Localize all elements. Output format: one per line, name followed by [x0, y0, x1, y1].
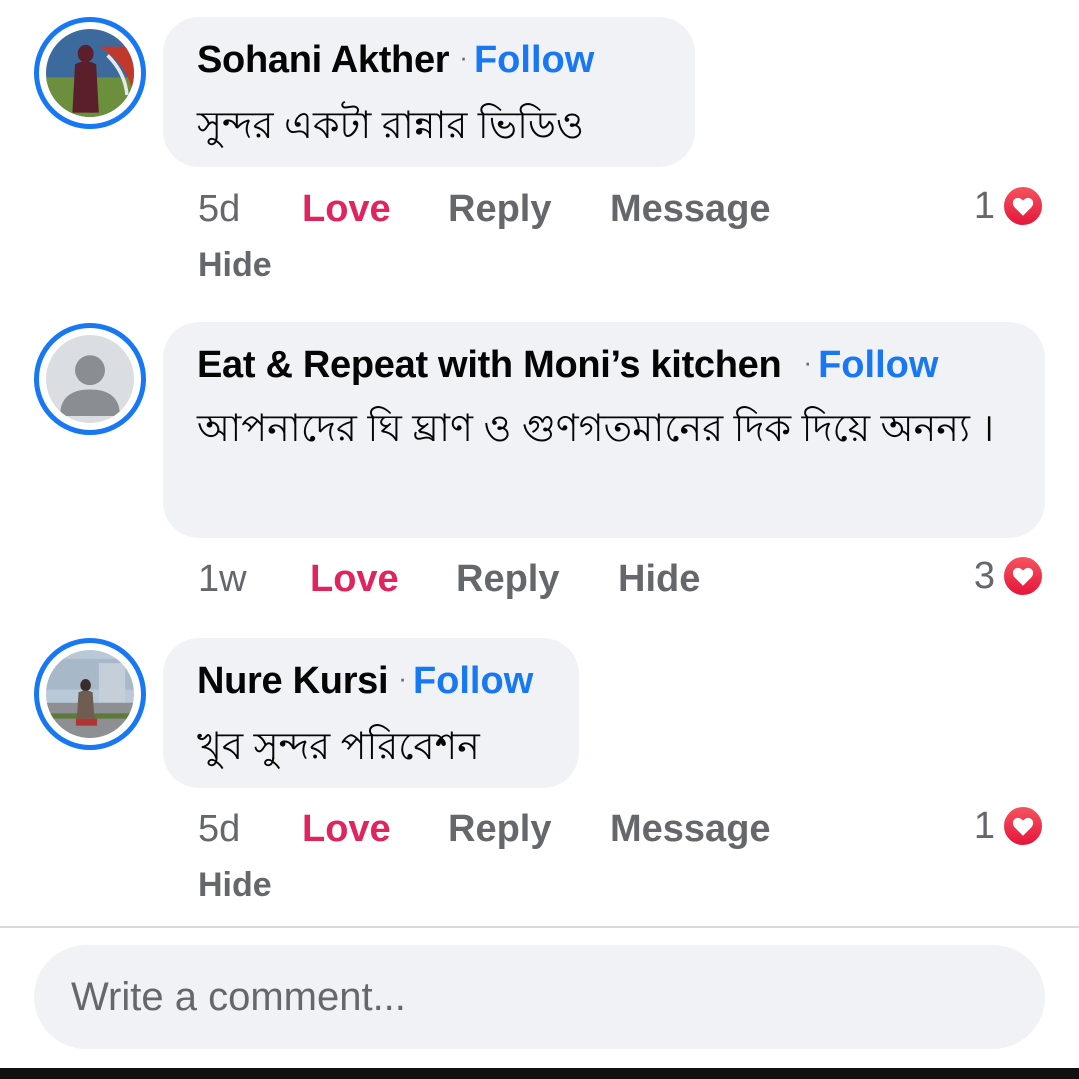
avatar[interactable] — [34, 638, 146, 750]
reaction-summary[interactable]: 1 — [974, 804, 1045, 848]
comments-panel: Sohani Akther · Follow সুন্দর একটা রান্নার… — [0, 0, 1079, 1068]
avatar[interactable] — [34, 323, 146, 435]
follow-button[interactable]: Follow — [474, 39, 594, 81]
separator-dot: · — [459, 42, 468, 72]
hide-button[interactable]: Hide — [198, 246, 272, 285]
separator-dot: · — [398, 663, 407, 693]
person-icon — [46, 335, 134, 423]
comment-time: 5d — [198, 808, 241, 850]
comment-time: 1w — [198, 558, 247, 600]
message-button[interactable]: Message — [610, 808, 771, 851]
avatar[interactable] — [34, 17, 146, 129]
divider — [0, 926, 1079, 928]
message-button[interactable]: Message — [610, 188, 771, 231]
separator-dot: · — [803, 347, 813, 377]
author-line: Nure Kursi · Follow — [197, 660, 533, 703]
reaction-count: 1 — [973, 804, 995, 847]
love-button[interactable]: Love — [302, 808, 391, 851]
comment-time: 5d — [198, 188, 241, 230]
author-name[interactable]: Sohani Akther — [197, 39, 450, 81]
hide-button[interactable]: Hide — [618, 558, 700, 601]
profile-photo — [46, 650, 134, 738]
heart-icon — [1001, 184, 1045, 228]
comment-bubble: Eat & Repeat with Moni’s kitchen · Follow … — [163, 322, 1045, 538]
reaction-count: 3 — [973, 554, 995, 597]
love-button[interactable]: Love — [302, 188, 391, 231]
profile-photo — [46, 29, 134, 117]
comment-composer[interactable] — [34, 945, 1045, 1049]
comment-text: আপনাদের ঘি ঘ্রাণ ও গুণগতমানের দিক দিয়ে … — [197, 408, 995, 450]
comment-text: খুব সুন্দর পরিবেশন — [197, 726, 480, 768]
author-line: Eat & Repeat with Moni’s kitchen · Follow — [197, 344, 938, 387]
comment-text: সুন্দর একটা রান্নার ভিডিও — [197, 105, 584, 147]
follow-button[interactable]: Follow — [818, 344, 938, 386]
reaction-count: 1 — [973, 184, 995, 227]
author-name[interactable]: Eat & Repeat with Moni’s kitchen — [197, 344, 782, 386]
reply-button[interactable]: Reply — [448, 188, 551, 231]
reaction-summary[interactable]: 3 — [974, 554, 1045, 598]
reply-button[interactable]: Reply — [456, 558, 559, 601]
default-avatar — [46, 335, 134, 423]
author-name[interactable]: Nure Kursi — [197, 660, 389, 702]
reaction-summary[interactable]: 1 — [974, 184, 1045, 228]
reply-button[interactable]: Reply — [448, 808, 551, 851]
heart-icon — [1001, 804, 1045, 848]
author-line: Sohani Akther · Follow — [197, 39, 594, 82]
comment-bubble: Nure Kursi · Follow খুব সুন্দর পরিবেশন — [163, 638, 579, 788]
comment-bubble: Sohani Akther · Follow সুন্দর একটা রান্নার… — [163, 17, 695, 167]
hide-button[interactable]: Hide — [198, 866, 272, 905]
comment-input[interactable] — [69, 973, 973, 1021]
heart-icon — [1001, 554, 1045, 598]
love-button[interactable]: Love — [310, 558, 399, 601]
follow-button[interactable]: Follow — [413, 660, 533, 702]
